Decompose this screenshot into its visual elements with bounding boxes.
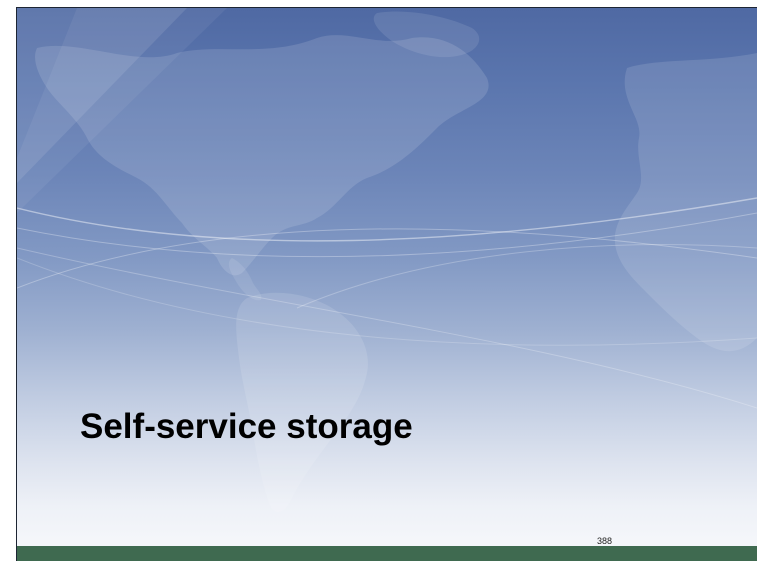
title-slide: Self-service storage 388 <box>16 7 757 561</box>
world-map-globe-icon <box>17 8 757 513</box>
slide-title: Self-service storage <box>80 407 413 446</box>
slide-canvas: Self-service storage 388 <box>0 0 758 561</box>
continent-south-america <box>236 292 368 513</box>
bottom-color-band <box>17 546 757 561</box>
